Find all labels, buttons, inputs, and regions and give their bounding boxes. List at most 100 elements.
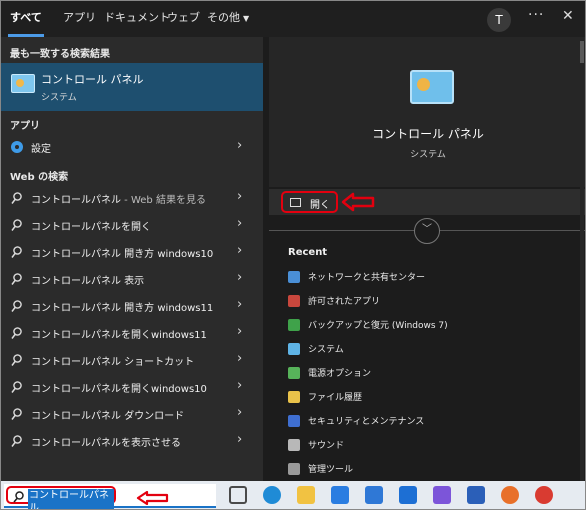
web-search-item[interactable]: コントロールパネル 開き方 windows11 › bbox=[1, 294, 263, 320]
caret-down-icon: ▼ bbox=[243, 14, 250, 23]
search-icon bbox=[11, 219, 22, 233]
chevron-right-icon[interactable]: › bbox=[237, 216, 242, 231]
search-icon bbox=[11, 192, 22, 206]
recent-item[interactable]: サウンド bbox=[288, 435, 578, 459]
chevron-right-icon[interactable]: › bbox=[237, 243, 242, 258]
chevron-right-icon[interactable]: › bbox=[237, 351, 242, 366]
preview-title: コントロール パネル bbox=[372, 127, 484, 141]
control-panel-applet-icon bbox=[288, 439, 300, 451]
web-search-item[interactable]: コントロールパネル - Web 結果を見る › bbox=[1, 186, 263, 212]
search-icon bbox=[11, 408, 22, 422]
tab-more[interactable]: その他 ▼ bbox=[207, 1, 249, 37]
chevron-right-icon[interactable]: › bbox=[237, 270, 242, 285]
word-icon[interactable] bbox=[467, 486, 485, 504]
recent-item-label: セキュリティとメンテナンス bbox=[308, 417, 425, 427]
scrollbar[interactable] bbox=[580, 37, 584, 481]
tab-documents[interactable]: ドキュメント bbox=[104, 1, 170, 37]
avatar[interactable]: T bbox=[487, 8, 511, 32]
web-search-item[interactable]: コントロールパネル 開き方 windows10 › bbox=[1, 240, 263, 266]
microsoft-store-icon[interactable] bbox=[365, 486, 383, 504]
file-explorer-icon[interactable] bbox=[297, 486, 315, 504]
apps-heading: アプリ bbox=[10, 121, 40, 132]
app-item-settings[interactable]: 設定 › bbox=[1, 135, 263, 161]
search-icon bbox=[11, 381, 22, 395]
firefox-icon[interactable] bbox=[501, 486, 519, 504]
web-search-item[interactable]: コントロールパネルを開くwindows10 › bbox=[1, 375, 263, 401]
recent-item[interactable]: システム bbox=[288, 339, 578, 363]
web-search-label: コントロールパネル 開き方 windows10 bbox=[31, 249, 214, 260]
best-match-subtitle: システム bbox=[41, 93, 77, 103]
taskbar-search[interactable]: コントロールパネル bbox=[4, 484, 216, 509]
chevron-right-icon[interactable]: › bbox=[237, 297, 242, 312]
web-search-label: コントロールパネル 表示 bbox=[31, 276, 145, 287]
copilot-icon[interactable] bbox=[433, 486, 451, 504]
search-icon bbox=[11, 273, 22, 287]
web-search-item[interactable]: コントロールパネルを表示させる › bbox=[1, 429, 263, 455]
web-search-item[interactable]: コントロールパネルを開く › bbox=[1, 213, 263, 239]
web-search-label: コントロールパネルを開く bbox=[31, 222, 151, 233]
web-search-label: コントロールパネル ダウンロード bbox=[31, 411, 185, 422]
tab-all[interactable]: すべて bbox=[8, 1, 44, 37]
expand-chevron-icon[interactable]: ﹀ bbox=[414, 218, 440, 244]
red-arrow-left-icon bbox=[136, 491, 169, 505]
recent-item-label: バックアップと復元 (Windows 7) bbox=[308, 321, 448, 331]
web-search-label: コントロールパネルを開くwindows10 bbox=[31, 384, 207, 395]
web-search-item[interactable]: コントロールパネルを開くwindows11 › bbox=[1, 321, 263, 347]
control-panel-applet-icon bbox=[288, 319, 300, 331]
preview-header: コントロール パネル システム bbox=[269, 37, 585, 187]
control-panel-applet-icon bbox=[288, 391, 300, 403]
chevron-right-icon[interactable]: › bbox=[237, 405, 242, 420]
web-search-label: コントロールパネル - Web 結果を見る bbox=[31, 195, 206, 206]
web-search-label: コントロールパネルを表示させる bbox=[31, 438, 181, 449]
tab-web[interactable]: ウェブ bbox=[167, 1, 200, 37]
search-filter-bar: すべて アプリ ドキュメント ウェブ その他 ▼ T ··· ✕ bbox=[1, 1, 585, 37]
chevron-right-icon[interactable]: › bbox=[237, 189, 242, 204]
preview-subtitle: システム bbox=[410, 150, 446, 160]
recent-heading: Recent bbox=[288, 247, 328, 258]
recent-item-label: システム bbox=[308, 345, 344, 355]
edge-icon[interactable] bbox=[263, 486, 281, 504]
red-arrow-left-icon bbox=[341, 192, 375, 212]
recent-item[interactable]: バックアップと復元 (Windows 7) bbox=[288, 315, 578, 339]
web-search-item[interactable]: コントロールパネル ショートカット › bbox=[1, 348, 263, 374]
recent-item-label: 電源オプション bbox=[308, 369, 372, 379]
open-button[interactable]: 開く bbox=[281, 191, 338, 213]
chrome-icon[interactable] bbox=[535, 486, 553, 504]
best-match-item[interactable]: コントロール パネル システム bbox=[1, 63, 263, 111]
close-icon[interactable]: ✕ bbox=[562, 8, 574, 24]
recent-item[interactable]: 管理ツール bbox=[288, 459, 578, 483]
results-list: 最も一致する検索結果 コントロール パネル システム アプリ 設定 › Web … bbox=[1, 37, 263, 481]
recent-item[interactable]: 許可されたアプリ bbox=[288, 291, 578, 315]
task-view-icon[interactable] bbox=[229, 486, 247, 504]
control-panel-applet-icon bbox=[288, 463, 300, 475]
recent-item[interactable]: 電源オプション bbox=[288, 363, 578, 387]
start-search-window: すべて アプリ ドキュメント ウェブ その他 ▼ T ··· ✕ 最も一致する検索… bbox=[0, 0, 586, 510]
recent-item-label: サウンド bbox=[308, 441, 345, 451]
taskbar: コントロールパネル bbox=[1, 481, 585, 509]
chevron-right-icon[interactable]: › bbox=[237, 138, 242, 153]
tab-apps[interactable]: アプリ bbox=[63, 1, 96, 37]
control-panel-applet-icon bbox=[288, 271, 300, 283]
app-item-label: 設定 bbox=[31, 144, 51, 155]
chevron-right-icon[interactable]: › bbox=[237, 432, 242, 447]
chevron-right-icon[interactable]: › bbox=[237, 324, 242, 339]
web-search-label: コントロールパネル 開き方 windows11 bbox=[31, 303, 214, 314]
search-input[interactable]: コントロールパネル bbox=[28, 489, 114, 509]
mail-icon[interactable] bbox=[399, 486, 417, 504]
search-highlight-box: コントロールパネル bbox=[6, 486, 116, 509]
recent-item[interactable]: ファイル履歴 bbox=[288, 387, 578, 411]
more-options-icon[interactable]: ··· bbox=[528, 7, 544, 23]
search-icon bbox=[11, 246, 22, 260]
recent-item[interactable]: ネットワークと共有センター bbox=[288, 267, 578, 291]
web-search-item[interactable]: コントロールパネル ダウンロード › bbox=[1, 402, 263, 428]
search-icon bbox=[13, 491, 24, 503]
web-search-label: コントロールパネルを開くwindows11 bbox=[31, 330, 207, 341]
settings-gear-icon bbox=[11, 141, 23, 153]
recent-item[interactable]: セキュリティとメンテナンス bbox=[288, 411, 578, 435]
chevron-right-icon[interactable]: › bbox=[237, 378, 242, 393]
dictionary-app-icon[interactable] bbox=[331, 486, 349, 504]
control-panel-icon bbox=[11, 74, 35, 93]
control-panel-large-icon bbox=[410, 70, 454, 104]
web-search-item[interactable]: コントロールパネル 表示 › bbox=[1, 267, 263, 293]
control-panel-applet-icon bbox=[288, 415, 300, 427]
